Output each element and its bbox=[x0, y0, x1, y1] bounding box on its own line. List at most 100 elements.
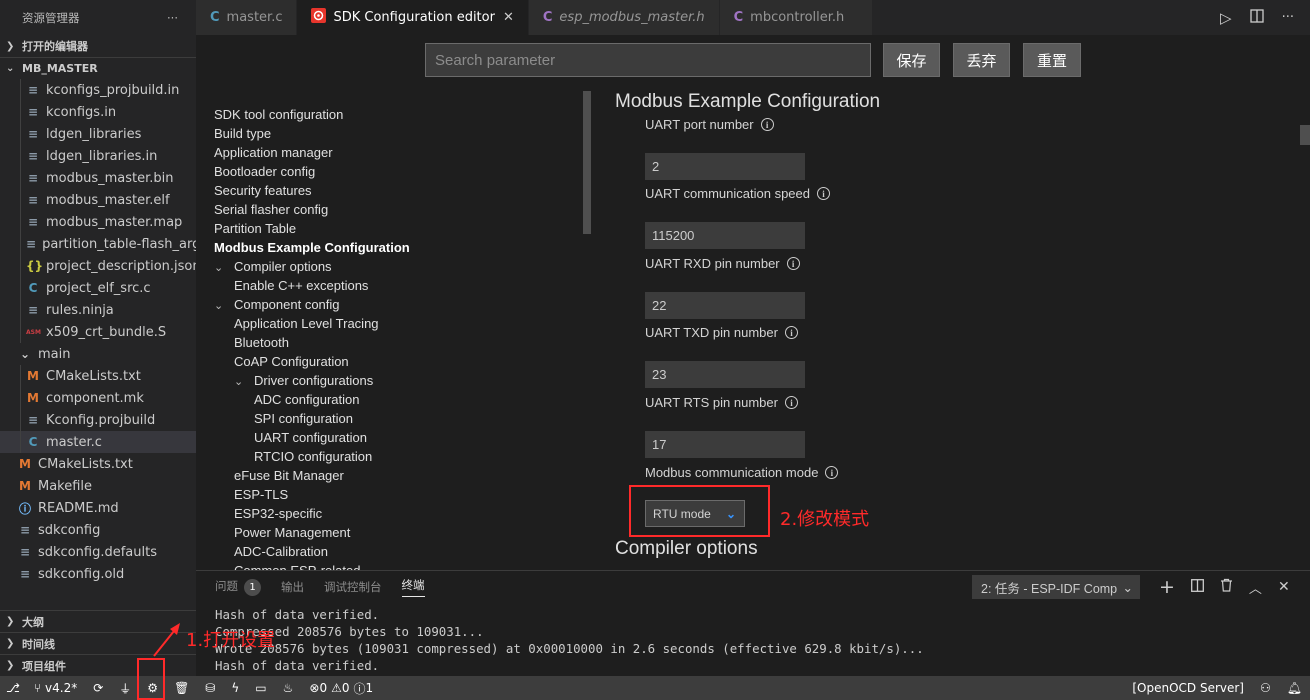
file-item[interactable]: ≡ kconfigs_projbuild.in bbox=[0, 79, 196, 101]
nav-scrollbar[interactable] bbox=[583, 91, 591, 234]
bell-icon[interactable]: 🔔︎ bbox=[1279, 676, 1310, 700]
nav-item[interactable]: RTCIO configuration bbox=[214, 447, 574, 466]
trash-icon[interactable]: 🗑︎ bbox=[166, 676, 197, 700]
nav-item[interactable]: SPI configuration bbox=[214, 409, 574, 428]
more-actions-icon[interactable]: ··· bbox=[167, 11, 178, 25]
discard-button[interactable]: 丢弃 bbox=[953, 43, 1010, 77]
nav-item[interactable]: Enable C++ exceptions bbox=[214, 276, 574, 295]
modbus-mode-select[interactable]: RTU mode ⌄ bbox=[645, 500, 745, 527]
nav-item[interactable]: ESP32-specific bbox=[214, 504, 574, 523]
param-value-input[interactable] bbox=[645, 361, 805, 388]
file-item[interactable]: ≡ ldgen_libraries.in bbox=[0, 145, 196, 167]
nav-item[interactable]: Build type bbox=[214, 124, 574, 143]
nav-item[interactable]: ADC-Calibration bbox=[214, 542, 574, 561]
new-terminal-icon[interactable]: + bbox=[1159, 576, 1175, 598]
nav-item[interactable]: ⌄ Component config bbox=[214, 295, 574, 314]
nav-item[interactable]: Security features bbox=[214, 181, 574, 200]
file-item[interactable]: ≡ sdkconfig.defaults bbox=[0, 541, 196, 563]
file-item[interactable]: ≡ modbus_master.map bbox=[0, 211, 196, 233]
file-item[interactable]: ≡ ldgen_libraries bbox=[0, 123, 196, 145]
param-value-input[interactable] bbox=[645, 222, 805, 249]
maximize-panel-icon[interactable]: ︿ bbox=[1249, 578, 1262, 597]
tab-terminal[interactable]: 终端 bbox=[401, 577, 425, 597]
nav-item[interactable]: Application manager bbox=[214, 143, 574, 162]
file-item[interactable]: ≡ kconfigs.in bbox=[0, 101, 196, 123]
file-item[interactable]: ≡ sdkconfig.old bbox=[0, 563, 196, 585]
tab-esp-modbus-master-h[interactable]: C esp_modbus_master.h bbox=[528, 0, 720, 35]
file-item[interactable]: ≡ rules.ninja bbox=[0, 299, 196, 321]
info-icon[interactable]: i bbox=[760, 118, 774, 131]
file-item[interactable]: ≡ modbus_master.elf bbox=[0, 189, 196, 211]
nav-item[interactable]: Application Level Tracing bbox=[214, 314, 574, 333]
file-item[interactable]: Cproject_elf_src.c bbox=[0, 277, 196, 299]
nav-item[interactable]: Bootloader config bbox=[214, 162, 574, 181]
file-item[interactable]: M Makefile bbox=[0, 475, 196, 497]
split-editor-icon[interactable] bbox=[1249, 8, 1264, 27]
nav-item[interactable]: ⌄ Driver configurations bbox=[214, 371, 574, 390]
save-button[interactable]: 保存 bbox=[883, 43, 940, 77]
nav-item[interactable]: Common ESP-related bbox=[214, 561, 574, 570]
nav-item[interactable]: Power Management bbox=[214, 523, 574, 542]
more-icon[interactable]: ··· bbox=[1282, 10, 1294, 25]
flash-icon[interactable]: ϟ bbox=[223, 676, 247, 700]
open-editors-section[interactable]: ❯ 打开的编辑器 bbox=[0, 35, 196, 57]
project-section[interactable]: ⌄ MB_MASTER bbox=[0, 57, 196, 79]
problems-status[interactable]: ⊗ 0 ⚠ 0 ⓘ 1 bbox=[301, 676, 381, 700]
nav-item[interactable]: Bluetooth bbox=[214, 333, 574, 352]
tab-debug-console[interactable]: 调试控制台 bbox=[324, 579, 382, 595]
file-item[interactable]: ≡ sdkconfig bbox=[0, 519, 196, 541]
file-item[interactable]: ≡ partition_table-flash_args bbox=[0, 233, 196, 255]
tab-problems[interactable]: 问题 1 bbox=[215, 578, 261, 596]
git-branch[interactable]: ⑂ v4.2* bbox=[26, 676, 85, 700]
file-item[interactable]: ≡ modbus_master.bin bbox=[0, 167, 196, 189]
account-icon[interactable]: ⚇ bbox=[1252, 676, 1279, 700]
nav-item[interactable]: Modbus Example Configuration bbox=[214, 238, 574, 257]
openocd-server[interactable]: [OpenOCD Server] bbox=[1124, 676, 1252, 700]
nav-item[interactable]: ⌄ Compiler options bbox=[214, 257, 574, 276]
info-icon[interactable]: i bbox=[786, 257, 800, 270]
split-terminal-icon[interactable] bbox=[1190, 578, 1204, 596]
param-value-input[interactable] bbox=[645, 431, 805, 458]
tab-master-c[interactable]: C master.c bbox=[196, 0, 298, 35]
reset-button[interactable]: 重置 bbox=[1023, 43, 1081, 77]
sync-icon[interactable]: ⟳ bbox=[85, 676, 111, 700]
tab-mbcontroller-h[interactable]: C mbcontroller.h bbox=[719, 0, 874, 35]
nav-item[interactable]: UART configuration bbox=[214, 428, 574, 447]
param-value-input[interactable] bbox=[645, 153, 805, 180]
plug-icon[interactable]: ⏚ bbox=[111, 676, 139, 700]
file-item[interactable]: ⓘ README.md bbox=[0, 497, 196, 519]
tab-sdk-config-editor[interactable]: SDK Configuration editor ✕ bbox=[297, 0, 529, 35]
nav-item[interactable]: CoAP Configuration bbox=[214, 352, 574, 371]
run-icon[interactable]: ▷ bbox=[1220, 9, 1232, 27]
file-item[interactable]: M CMakeLists.txt bbox=[0, 453, 196, 475]
tab-output[interactable]: 输出 bbox=[281, 579, 304, 595]
terminal-select[interactable]: 2: 任务 - ESP-IDF Comp ⌄ bbox=[972, 575, 1140, 599]
monitor-icon[interactable]: ▭ bbox=[247, 676, 274, 700]
editor-scrollbar[interactable] bbox=[1300, 125, 1310, 145]
database-icon[interactable]: ⛁ bbox=[197, 676, 223, 700]
info-icon[interactable]: i bbox=[825, 466, 839, 479]
file-item[interactable]: Cmaster.c bbox=[0, 431, 196, 453]
nav-item[interactable]: ESP-TLS bbox=[214, 485, 574, 504]
trash-icon[interactable] bbox=[1220, 578, 1233, 596]
terminal-output[interactable]: Hash of data verified. Compressed 208576 … bbox=[215, 606, 924, 674]
close-icon[interactable]: ✕ bbox=[503, 10, 514, 25]
close-panel-icon[interactable]: ✕ bbox=[1278, 579, 1290, 595]
flame-icon[interactable]: ♨ bbox=[275, 676, 302, 700]
nav-item[interactable]: Serial flasher config bbox=[214, 200, 574, 219]
file-item[interactable]: ASM x509_crt_bundle.S bbox=[0, 321, 196, 343]
file-item[interactable]: ≡ Kconfig.projbuild bbox=[0, 409, 196, 431]
folder-item[interactable]: ⌄ main bbox=[0, 343, 196, 365]
remote-icon[interactable]: ⎇ bbox=[0, 676, 26, 700]
info-icon[interactable]: i bbox=[784, 396, 798, 409]
nav-item[interactable]: SDK tool configuration bbox=[214, 105, 574, 124]
nav-item[interactable]: eFuse Bit Manager bbox=[214, 466, 574, 485]
nav-item[interactable]: Partition Table bbox=[214, 219, 574, 238]
info-icon[interactable]: i bbox=[784, 326, 798, 339]
nav-item[interactable]: ADC configuration bbox=[214, 390, 574, 409]
file-item[interactable]: M CMakeLists.txt bbox=[0, 365, 196, 387]
info-icon[interactable]: i bbox=[817, 187, 830, 200]
param-value-input[interactable] bbox=[645, 292, 805, 319]
file-item[interactable]: {} project_description.json bbox=[0, 255, 196, 277]
search-parameter-input[interactable] bbox=[425, 43, 871, 77]
